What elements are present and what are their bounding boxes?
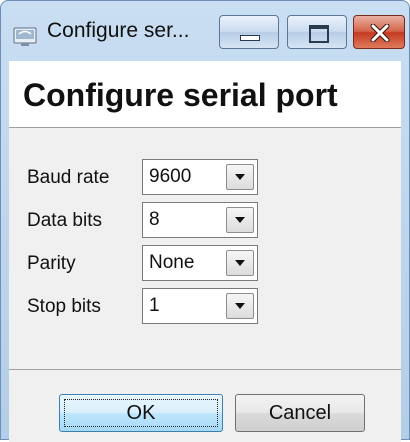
form-row-parity: Parity None [9, 245, 401, 285]
data-bits-dropdown-button[interactable] [226, 207, 254, 233]
chevron-down-icon [235, 174, 245, 180]
stop-bits-label: Stop bits [27, 296, 101, 317]
maximize-icon [309, 25, 329, 43]
form-row-stop-bits: Stop bits 1 [9, 288, 401, 328]
page-title: Configure serial port [23, 77, 338, 113]
window-title: Configure ser... [47, 19, 190, 42]
ok-button[interactable]: OK [59, 394, 223, 432]
parity-dropdown-button[interactable] [226, 250, 254, 276]
baud-rate-label: Baud rate [27, 167, 110, 188]
data-bits-label: Data bits [27, 210, 102, 231]
close-button[interactable] [353, 15, 405, 49]
stop-bits-dropdown-button[interactable] [226, 293, 254, 319]
data-bits-select[interactable]: 8 [142, 202, 258, 238]
stop-bits-select[interactable]: 1 [142, 288, 258, 324]
parity-label: Parity [27, 253, 76, 274]
serial-port-app-icon [13, 25, 39, 47]
baud-rate-value: 9600 [149, 166, 192, 187]
title-bar[interactable]: Configure ser... [1, 1, 409, 61]
dialog-footer: OK Cancel [9, 369, 401, 442]
baud-rate-select[interactable]: 9600 [142, 159, 258, 195]
minimize-button[interactable] [219, 15, 279, 49]
chevron-down-icon [235, 217, 245, 223]
data-bits-value: 8 [149, 209, 160, 230]
ok-button-label: OK [126, 401, 156, 424]
dialog-client-area: Configure serial port Baud rate 9600 Dat… [9, 61, 401, 442]
baud-rate-dropdown-button[interactable] [226, 164, 254, 190]
close-icon [370, 24, 390, 42]
parity-select[interactable]: None [142, 245, 258, 281]
cancel-button[interactable]: Cancel [235, 394, 365, 432]
form-row-baud-rate: Baud rate 9600 [9, 159, 401, 199]
chevron-down-icon [235, 303, 245, 309]
dialog-window: Configure ser... Configure serial port B… [0, 0, 410, 442]
chevron-down-icon [235, 260, 245, 266]
parity-value: None [149, 252, 195, 273]
maximize-button[interactable] [287, 15, 347, 49]
minimize-icon [240, 35, 260, 41]
stop-bits-value: 1 [149, 295, 160, 316]
form-row-data-bits: Data bits 8 [9, 202, 401, 242]
dialog-header: Configure serial port [9, 61, 401, 128]
cancel-button-label: Cancel [268, 401, 332, 424]
